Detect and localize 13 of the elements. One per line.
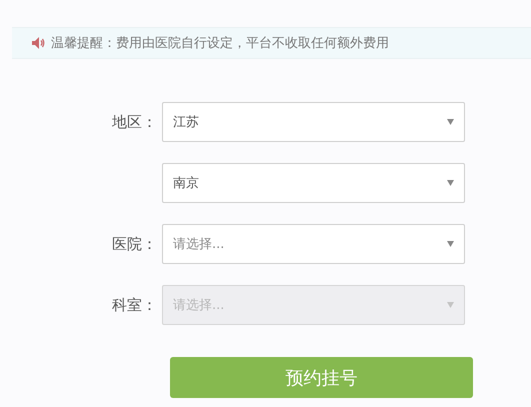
field-label: 地区： xyxy=(112,112,157,132)
select-field[interactable]: 请选择... xyxy=(162,224,465,264)
caret-icon xyxy=(447,241,454,247)
select-field[interactable]: 南京 xyxy=(162,163,465,203)
field-label: 医院： xyxy=(112,234,157,254)
book-appointment-button[interactable]: 预约挂号 xyxy=(170,357,473,398)
caret-icon xyxy=(447,302,454,308)
caret-icon xyxy=(447,180,454,186)
speaker-icon xyxy=(32,37,45,49)
caret-icon xyxy=(447,119,454,125)
select-field[interactable]: 江苏 xyxy=(162,102,465,142)
notice-text: 温馨提醒：费用由医院自行设定，平台不收取任何额外费用 xyxy=(51,35,389,52)
field-label: 科室： xyxy=(112,296,157,314)
